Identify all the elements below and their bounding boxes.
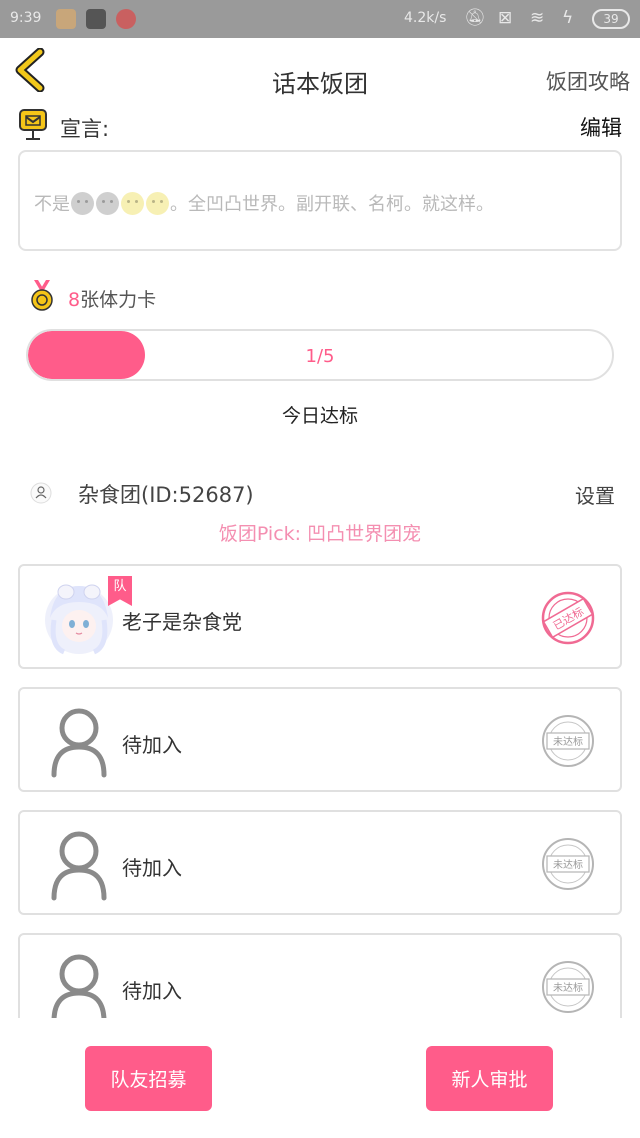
empty-user-icon	[51, 831, 107, 901]
member-name: 待加入	[122, 856, 182, 880]
team-settings-button[interactable]: 设置	[575, 480, 615, 509]
status-time: 9:39	[10, 10, 42, 26]
achieved-stamp: 已达标	[540, 590, 596, 646]
member-card-empty[interactable]: 待加入 未达标	[18, 810, 622, 915]
daily-progress-bar: 1/5	[26, 329, 614, 381]
announcement-text: 不是 。全凹凸世界。副开联、名柯。就这样。	[18, 150, 622, 251]
member-name: 待加入	[122, 733, 182, 757]
progress-text: 1/5	[305, 346, 335, 367]
member-list[interactable]: 队 老子是杂食党 已达标 待加入 未达标 待加入 未达标 待加入 未达标	[0, 560, 640, 1018]
recruit-teammates-button[interactable]: 队友招募	[85, 1046, 212, 1111]
announcement-label: 宣言:	[60, 117, 110, 141]
back-button[interactable]	[14, 47, 48, 93]
member-card-empty[interactable]: 待加入 未达标	[18, 687, 622, 792]
progress-caption: 今日达标	[281, 405, 358, 427]
not-achieved-stamp-icon: 未达标	[542, 961, 594, 1013]
notification-app-icon	[56, 9, 76, 29]
notification-capcut-icon	[86, 9, 106, 29]
announcement-text-end: 。全凹凸世界。副开联、名柯。就这样。	[170, 194, 494, 215]
battery-indicator: 39	[592, 9, 630, 29]
avatar	[45, 584, 113, 655]
stamp-label: 未达标	[553, 859, 583, 871]
approve-newcomers-button[interactable]: 新人审批	[426, 1046, 553, 1111]
edit-announcement-button[interactable]: 编辑	[580, 112, 622, 142]
announcement-text-start: 不是	[34, 194, 70, 215]
team-pick: 饭团Pick: 凹凸世界团宠	[218, 523, 422, 545]
member-name: 老子是杂食党	[122, 610, 242, 634]
empty-user-icon	[51, 954, 107, 1018]
grey-smiley-icon	[96, 192, 119, 215]
leader-badge: 队	[108, 576, 132, 606]
not-achieved-stamp-icon: 未达标	[542, 715, 594, 767]
chevron-left-icon	[15, 47, 45, 93]
member-name: 待加入	[122, 979, 182, 1003]
sim-off-icon: ⊠	[498, 8, 513, 28]
medal-icon	[31, 280, 53, 311]
team-icon	[30, 482, 52, 504]
yellow-smiley-icon	[146, 192, 169, 215]
charging-icon: ϟ	[562, 8, 574, 28]
wifi-icon: ≋	[530, 8, 545, 28]
notification-record-icon	[116, 9, 136, 29]
stamina-label: 张体力卡	[80, 289, 157, 311]
not-achieved-stamp: 未达标	[540, 959, 596, 1015]
member-card-empty[interactable]: 待加入 未达标	[18, 933, 622, 1018]
not-achieved-stamp: 未达标	[540, 836, 596, 892]
grey-smiley-icon	[71, 192, 94, 215]
not-achieved-stamp: 未达标	[540, 713, 596, 769]
stamp-label: 未达标	[553, 982, 583, 994]
bottom-action-bar: 队友招募 新人审批	[0, 1018, 640, 1138]
member-card-leader[interactable]: 队 老子是杂食党 已达标	[18, 564, 622, 669]
status-bar: 9:39 4.2k/s 🔕︎ ⊠ ≋ ϟ 39	[0, 0, 640, 38]
team-header: 杂食团(ID:52687) 设置	[30, 474, 615, 510]
stamp-label: 未达标	[553, 736, 583, 748]
team-name: 杂食团(ID:52687)	[78, 483, 254, 507]
network-speed: 4.2k/s	[404, 10, 447, 26]
strategy-guide-link[interactable]: 饭团攻略	[546, 66, 630, 96]
empty-user-icon	[51, 708, 107, 778]
stamina-count: 8	[68, 289, 81, 311]
achieved-stamp-icon: 已达标	[541, 591, 595, 645]
yellow-smiley-icon	[121, 192, 144, 215]
header: 话本饭团 饭团攻略	[0, 38, 640, 108]
mute-icon: 🔕︎	[464, 8, 486, 28]
announcement-header: 宣言: 编辑	[18, 108, 622, 144]
page-title: 话本饭团	[272, 70, 368, 98]
mailbox-icon	[19, 109, 47, 140]
not-achieved-stamp-icon: 未达标	[542, 838, 594, 890]
